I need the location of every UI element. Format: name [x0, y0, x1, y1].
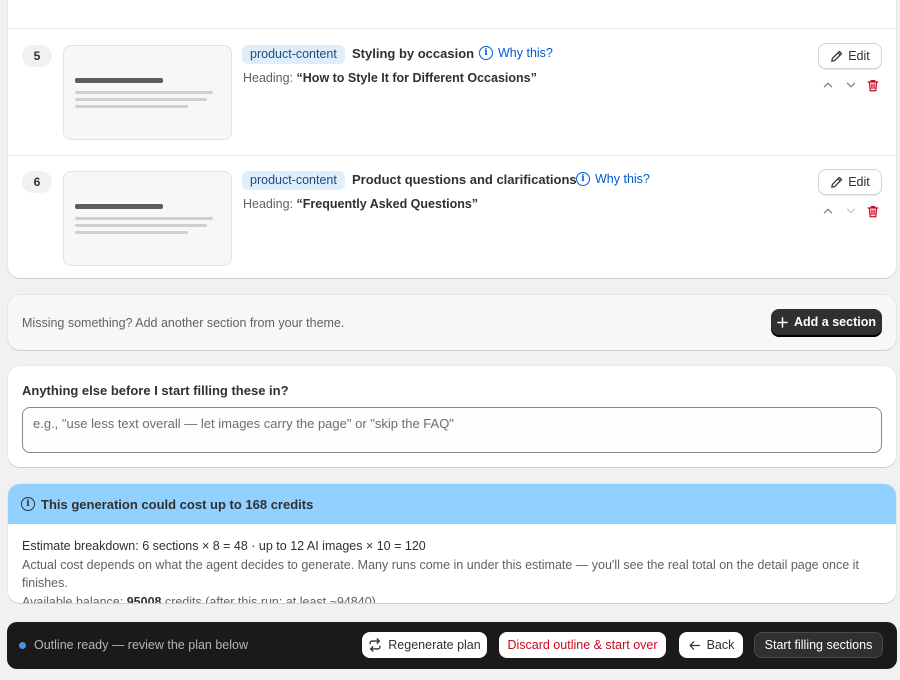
cost-banner: i This generation could cost up to 168 c…: [8, 484, 896, 524]
bottom-action-bar: Outline ready — review the plan below Re…: [7, 622, 897, 669]
add-section-card: Missing something? Add another section f…: [8, 295, 896, 350]
chevron-down-icon: [846, 82, 856, 88]
section-heading: Heading: “Frequently Asked Questions”: [243, 197, 478, 211]
cost-breakdown: Estimate breakdown: 6 sections × 8 = 48 …: [22, 539, 426, 553]
chevron-up-icon: [823, 82, 833, 88]
cost-details: Estimate breakdown: 6 sections × 8 = 48 …: [22, 537, 896, 603]
section-title: Styling by occasion: [352, 46, 475, 61]
move-up-button[interactable]: [821, 76, 835, 94]
delete-section-button[interactable]: [866, 202, 880, 220]
section-number-badge: 6: [22, 171, 52, 193]
edit-label: Edit: [848, 175, 870, 189]
why-this-label: Why this?: [595, 172, 650, 186]
cost-title: This generation could cost up to 168 cre…: [41, 496, 314, 512]
discard-label: Discard outline & start over: [507, 638, 658, 652]
back-button[interactable]: Back: [679, 632, 743, 658]
section-title: Product questions and clarifications: [352, 172, 577, 187]
delete-section-button[interactable]: [866, 76, 880, 94]
info-icon: i: [21, 497, 35, 511]
instructions-input[interactable]: [22, 407, 882, 453]
info-icon: i: [576, 172, 590, 186]
regenerate-label: Regenerate plan: [388, 638, 481, 652]
instructions-card: Anything else before I start filling the…: [8, 366, 896, 467]
section-row-5: 5 product-content Styling by occasion i …: [8, 29, 896, 155]
instructions-question: Anything else before I start filling the…: [22, 383, 289, 398]
section-heading: Heading: “How to Style It for Different …: [243, 71, 537, 85]
section-number-badge: 5: [22, 45, 52, 67]
heading-label: Heading:: [243, 71, 294, 85]
cost-explanation: Actual cost depends on what the agent de…: [22, 557, 859, 591]
trash-icon: [867, 205, 879, 217]
pencil-icon: [831, 50, 843, 62]
edit-label: Edit: [848, 49, 870, 63]
info-icon: i: [479, 46, 493, 60]
section-thumbnail: [63, 45, 232, 140]
chevron-up-icon: [823, 208, 833, 214]
start-filling-button[interactable]: Start filling sections: [754, 632, 883, 658]
section-type-tag: product-content: [242, 45, 345, 64]
section-list-card: 5 product-content Styling by occasion i …: [8, 0, 896, 278]
move-down-button[interactable]: [844, 202, 858, 220]
arrow-left-icon: [689, 640, 700, 650]
chevron-down-icon: [846, 208, 856, 214]
cost-estimate-card: i This generation could cost up to 168 c…: [8, 484, 896, 603]
why-this-link[interactable]: i Why this?: [479, 46, 553, 60]
section-type-tag: product-content: [242, 171, 345, 190]
section-row-6: 6 product-content Product questions and …: [8, 155, 896, 281]
status-text: Outline ready — review the plan below: [34, 638, 249, 652]
discard-outline-button[interactable]: Discard outline & start over: [499, 632, 666, 658]
plus-icon: [777, 316, 788, 328]
pencil-icon: [831, 176, 843, 188]
why-this-label: Why this?: [498, 46, 553, 60]
edit-section-button[interactable]: Edit: [818, 169, 882, 195]
section-thumbnail: [63, 171, 232, 266]
move-down-button[interactable]: [844, 76, 858, 94]
status-dot: [19, 642, 26, 649]
move-up-button[interactable]: [821, 202, 835, 220]
why-this-link[interactable]: i Why this?: [576, 172, 650, 186]
balance-value: 95008: [126, 594, 162, 604]
back-label: Back: [706, 638, 735, 652]
add-section-button[interactable]: Add a section: [771, 309, 882, 335]
refresh-icon: [369, 638, 381, 652]
add-section-label: Add a section: [794, 315, 876, 329]
trash-icon: [867, 79, 879, 91]
start-filling-label: Start filling sections: [764, 638, 873, 652]
heading-value: “Frequently Asked Questions”: [296, 197, 479, 211]
heading-label: Heading:: [243, 197, 294, 211]
regenerate-plan-button[interactable]: Regenerate plan: [362, 632, 487, 658]
add-section-message: Missing something? Add another section f…: [22, 316, 345, 330]
edit-section-button[interactable]: Edit: [818, 43, 882, 69]
credit-balance: Available balance: 95008 credits (after …: [22, 593, 896, 604]
heading-value: “How to Style It for Different Occasions…: [296, 71, 537, 85]
